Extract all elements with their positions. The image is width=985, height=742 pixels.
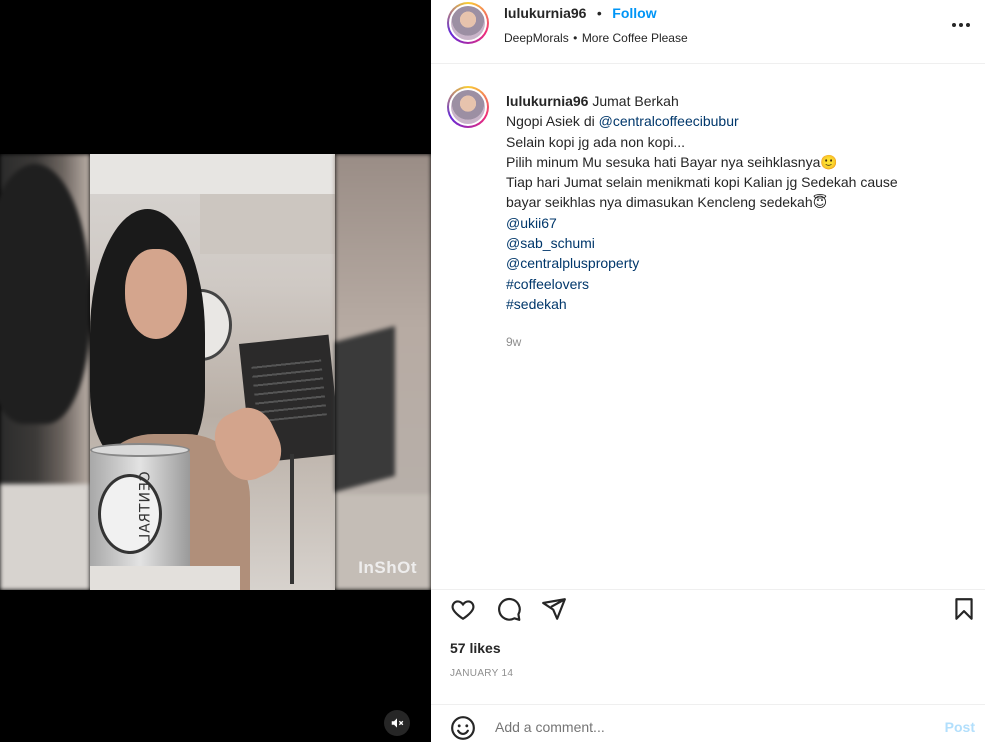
heart-icon[interactable] — [450, 596, 476, 622]
media-pane: CENTRAL InShOt — [0, 0, 431, 742]
video-blur-left — [0, 154, 90, 590]
hashtag-coffeelovers[interactable]: #coffeelovers — [506, 274, 966, 294]
video-watermark: InShOt — [358, 558, 417, 577]
caption-line-2: Ngopi Asiek di — [506, 113, 599, 130]
caption-avatar[interactable] — [447, 86, 489, 128]
author-username[interactable]: lulukurnia96 — [504, 5, 586, 21]
author-avatar[interactable] — [447, 2, 489, 44]
person-face — [125, 249, 187, 339]
speaker-muted-icon — [391, 718, 404, 728]
post-caption: lulukurnia96 Jumat Berkah Ngopi Asiek di… — [506, 91, 966, 353]
likes-count[interactable]: 57 likes — [450, 640, 501, 656]
more-options-icon[interactable] — [949, 18, 973, 32]
mention-sab-schumi[interactable]: @sab_schumi — [506, 233, 966, 253]
share-icon[interactable] — [541, 596, 567, 622]
follow-button[interactable]: Follow — [612, 5, 656, 21]
audio-info: DeepMorals • More Coffee Please — [504, 29, 688, 47]
action-bar — [431, 589, 985, 629]
bookmark-icon[interactable] — [951, 596, 977, 622]
video-blur-right — [335, 154, 431, 590]
hashtag-sedekah[interactable]: #sedekah — [506, 294, 966, 314]
post-header: lulukurnia96 • Follow DeepMorals • More … — [431, 0, 985, 64]
mention-centralplusproperty[interactable]: @centralplusproperty — [506, 253, 966, 273]
video-frame: CENTRAL — [90, 154, 335, 590]
caption-line-6: bayar seikhlas nya dimasukan Kencleng se… — [506, 194, 828, 211]
audio-separator: • — [573, 31, 578, 45]
comment-icon[interactable] — [496, 596, 522, 622]
cup-text: CENTRAL — [137, 471, 154, 543]
caption-line-1: Jumat Berkah — [592, 93, 679, 109]
emoji-icon[interactable] — [450, 715, 476, 741]
audio-track[interactable]: More Coffee Please — [582, 31, 688, 45]
mention-centralcoffeecibubur[interactable]: @centralcoffeecibubur — [599, 113, 739, 129]
comment-bar: Post — [431, 704, 985, 742]
caption-line-5: Tiap hari Jumat selain menikmati kopi Ka… — [506, 174, 898, 191]
caption-timestamp[interactable]: 9w — [506, 332, 966, 352]
mute-button[interactable] — [384, 710, 410, 736]
caption-line-4: Pilih minum Mu sesuka hati Bayar nya sei… — [506, 153, 838, 170]
post-video[interactable]: CENTRAL InShOt — [0, 154, 431, 590]
post-sidebar: lulukurnia96 • Follow DeepMorals • More … — [431, 0, 985, 742]
post-comment-button[interactable]: Post — [945, 719, 975, 735]
audio-artist[interactable]: DeepMorals — [504, 31, 569, 45]
post-date[interactable]: JANUARY 14 — [450, 668, 513, 679]
header-separator: • — [596, 5, 602, 21]
mention-ukii67[interactable]: @ukii67 — [506, 213, 966, 233]
comment-input[interactable] — [495, 719, 895, 735]
caption-line-3: Selain kopi jg ada non kopi... — [506, 133, 686, 150]
caption-username[interactable]: lulukurnia96 — [506, 93, 588, 109]
